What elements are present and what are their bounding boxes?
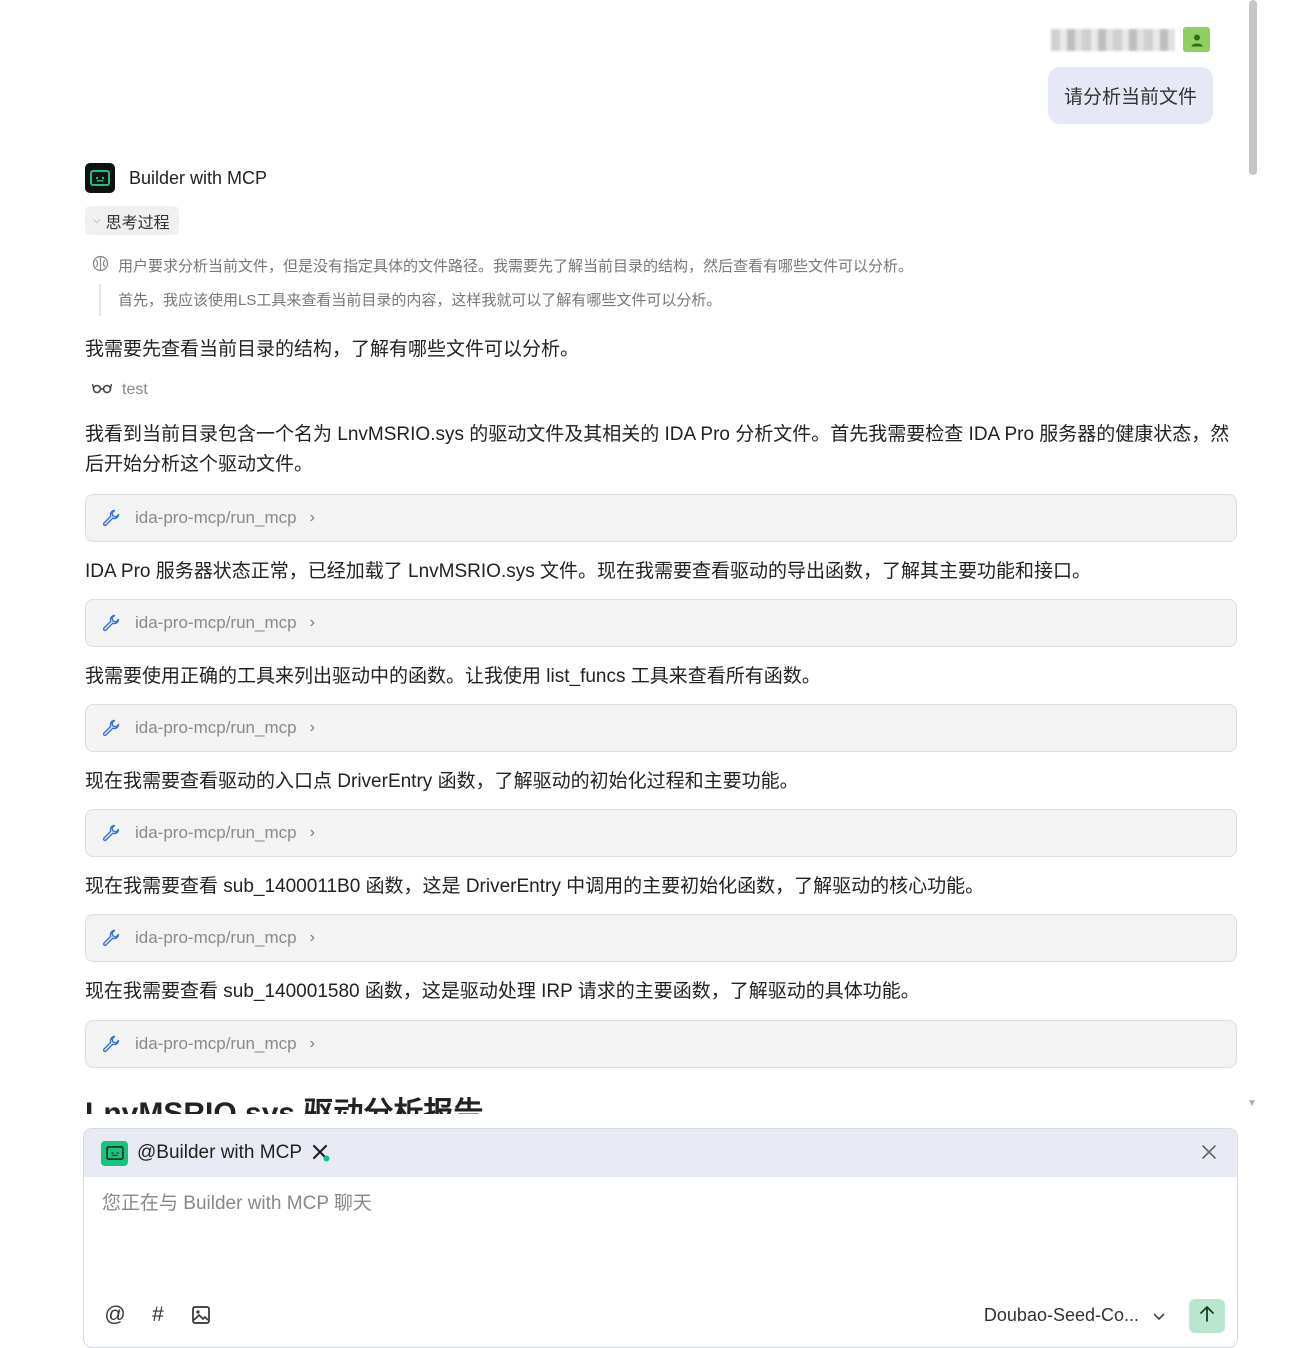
tool-call-card[interactable]: ida-pro-mcp/run_mcp › [85,599,1237,647]
model-selector[interactable]: Doubao-Seed-Co... [984,1305,1165,1326]
image-icon[interactable] [189,1303,213,1327]
chevron-right-icon: › [309,929,315,946]
assistant-name: Builder with MCP [129,167,268,188]
brain-icon [92,255,109,276]
chat-area[interactable]: 请分析当前文件 Builder with MCP ⌵ 思考过程 用户要求分析当前… [0,0,1250,1114]
hashtag-button[interactable]: # [146,1303,170,1327]
chevron-right-icon: › [309,614,315,631]
tool-call-card[interactable]: ida-pro-mcp/run_mcp › [85,704,1237,752]
report-heading: LnvMSRIO.sys 驱动分析报告 [85,1097,484,1114]
thinking-text-2: 首先，我应该使用LS工具来查看当前目录的内容，这样我就可以了解有哪些文件可以分析… [99,284,721,316]
chevron-down-icon: ⌵ [93,215,101,226]
tools-icon[interactable] [311,1143,331,1163]
composer-agent-bar: @Builder with MCP [84,1129,1237,1177]
chat-scrollbar-thumb[interactable] [1249,0,1257,175]
bot-avatar-icon [85,163,115,193]
tool-call-name: ida-pro-mcp/run_mcp [135,823,297,842]
glasses-icon [91,381,113,399]
thinking-line-1: 用户要求分析当前文件，但是没有指定具体的文件路径。我需要先了解当前目录的结构，然… [92,255,913,276]
assistant-paragraph-6: 现在我需要查看 sub_1400011B0 函数，这是 DriverEntry … [85,876,985,897]
chevron-right-icon: › [309,719,315,736]
composer-toolbar: @ # [103,1303,213,1327]
thinking-text-1: 用户要求分析当前文件，但是没有指定具体的文件路径。我需要先了解当前目录的结构，然… [118,258,914,275]
agent-mention-label: @Builder with MCP [137,1142,302,1163]
wrench-icon [100,612,122,634]
wrench-icon [100,717,122,739]
assistant-paragraph-1: 我需要先查看当前目录的结构，了解有哪些文件可以分析。 [85,339,580,360]
scroll-down-arrow-icon[interactable]: ▼ [1247,1098,1257,1109]
user-meta [1051,27,1210,52]
user-name-redacted [1051,28,1175,51]
tool-call-name: ida-pro-mcp/run_mcp [135,613,297,632]
wrench-icon [100,507,122,529]
mcp-server-row: test [91,381,148,399]
mention-button[interactable]: @ [103,1303,127,1327]
assistant-paragraph-3: IDA Pro 服务器状态正常，已经加载了 LnvMSRIO.sys 文件。现在… [85,561,1092,582]
arrow-up-icon [1199,1305,1215,1328]
message-input[interactable] [102,1193,1212,1215]
message-composer: @Builder with MCP @ # Doubao-Seed-Co... [83,1128,1238,1348]
wrench-icon [100,1033,122,1055]
agent-avatar-icon [101,1140,128,1166]
user-message-bubble: 请分析当前文件 [1047,67,1213,124]
thinking-toggle-label: 思考过程 [105,214,170,232]
send-button[interactable] [1189,1299,1225,1333]
thinking-toggle[interactable]: ⌵ 思考过程 [85,206,179,235]
tool-call-card[interactable]: ida-pro-mcp/run_mcp › [85,914,1237,962]
chevron-right-icon: › [309,509,315,526]
tool-call-name: ida-pro-mcp/run_mcp [135,718,297,737]
assistant-paragraph-5: 现在我需要查看驱动的入口点 DriverEntry 函数，了解驱动的初始化过程和… [85,771,799,792]
chevron-right-icon: › [309,1035,315,1052]
mcp-server-label: test [122,381,148,398]
assistant-paragraph-4: 我需要使用正确的工具来列出驱动中的函数。让我使用 list_funcs 工具来查… [85,666,821,687]
tool-call-card[interactable]: ida-pro-mcp/run_mcp › [85,809,1237,857]
model-name: Doubao-Seed-Co... [983,1305,1139,1325]
wrench-icon [100,927,122,949]
tool-call-name: ida-pro-mcp/run_mcp [135,1034,297,1053]
assistant-paragraph-7: 现在我需要查看 sub_140001580 函数，这是驱动处理 IRP 请求的主… [85,981,920,1002]
tool-call-name: ida-pro-mcp/run_mcp [135,508,297,527]
chevron-right-icon: › [309,824,315,841]
assistant-paragraph-2: 我看到当前目录包含一个名为 LnvMSRIO.sys 的驱动文件及其相关的 ID… [85,424,1230,475]
tool-call-name: ida-pro-mcp/run_mcp [135,928,297,947]
user-avatar-icon [1183,27,1210,52]
assistant-header: Builder with MCP [85,163,267,193]
chevron-down-icon [1153,1305,1165,1326]
tool-call-card[interactable]: ida-pro-mcp/run_mcp › [85,494,1237,542]
tool-call-card[interactable]: ida-pro-mcp/run_mcp › [85,1020,1237,1068]
close-icon[interactable] [1197,1140,1221,1164]
wrench-icon [100,822,122,844]
